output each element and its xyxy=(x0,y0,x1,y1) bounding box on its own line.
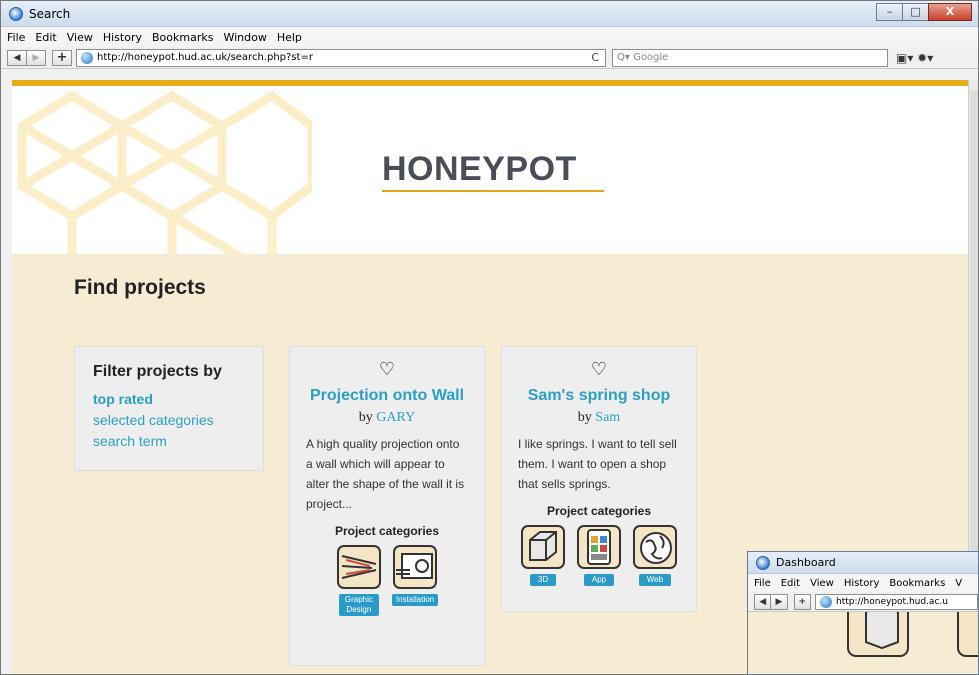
globe-icon xyxy=(819,595,832,608)
search-input[interactable]: Q▾ Google xyxy=(612,48,888,67)
browser-icon xyxy=(756,555,770,570)
app-icon xyxy=(577,525,621,569)
menu-file[interactable]: File xyxy=(754,578,771,589)
category-list: Graphic Design Installation xyxy=(290,544,484,616)
title-bar: Dashboard xyxy=(748,552,978,574)
project-categories-label: Project categories xyxy=(546,504,652,518)
like-heart-icon[interactable]: ♡ xyxy=(502,359,696,381)
installation-icon xyxy=(393,545,437,589)
by-label: by xyxy=(577,410,592,425)
menu-window[interactable]: V xyxy=(955,578,962,589)
menu-history[interactable]: History xyxy=(844,578,880,589)
project-description: A high quality projection onto a wall wh… xyxy=(306,437,465,511)
menu-window[interactable]: Window xyxy=(223,31,266,44)
url-field[interactable]: http://honeypot.hud.ac.u xyxy=(814,593,978,610)
menu-file[interactable]: File xyxy=(7,31,25,44)
menu-history[interactable]: History xyxy=(103,31,142,44)
menu-view[interactable]: View xyxy=(810,578,834,589)
menu-bookmarks[interactable]: Bookmarks xyxy=(152,31,213,44)
category-badge: Graphic Design xyxy=(338,594,379,616)
project-card: ♡ Sam's spring shop by Sam I like spring… xyxy=(501,346,697,612)
category-badge: App xyxy=(583,574,615,586)
maximize-button[interactable]: □ xyxy=(902,3,929,21)
navigation-bar: ◀ ▶ + http://honeypot.hud.ac.uk/search.p… xyxy=(1,47,978,69)
project-author-line: by GARY xyxy=(290,410,484,426)
window-title: Dashboard xyxy=(776,556,836,569)
project-author-line: by Sam xyxy=(502,410,696,426)
project-categories-label: Project categories xyxy=(334,524,440,538)
honeycomb-pattern xyxy=(17,90,312,254)
forward-button[interactable]: ▶ xyxy=(26,49,46,66)
category-app[interactable]: App xyxy=(576,524,622,586)
web-globe-icon xyxy=(633,525,677,569)
window-controls: – □ X xyxy=(876,3,972,21)
globe-icon xyxy=(81,51,93,64)
category-3d[interactable]: 3D xyxy=(520,524,566,586)
project-card: ♡ Projection onto Wall by GARY A high qu… xyxy=(289,346,485,666)
filter-categories-link[interactable]: selected categories xyxy=(93,410,245,431)
menu-bar: File Edit View History Bookmarks V xyxy=(748,574,978,592)
filter-panel: Filter projects by top rated selected ca… xyxy=(74,346,264,471)
menu-edit[interactable]: Edit xyxy=(781,578,800,589)
title-bar: Search – □ X xyxy=(1,1,978,27)
filter-title: Filter projects by xyxy=(93,363,222,380)
graphic-design-icon xyxy=(336,545,381,589)
minimize-button[interactable]: – xyxy=(876,3,903,21)
reload-icon[interactable]: C xyxy=(591,51,599,64)
category-badge: Web xyxy=(638,574,672,586)
url-field[interactable]: http://honeypot.hud.ac.uk/search.php?st=… xyxy=(76,48,606,67)
close-button[interactable]: X xyxy=(928,3,972,21)
forward-button[interactable]: ▶ xyxy=(770,593,788,610)
window-title: Search xyxy=(29,6,71,21)
category-badge: Installation xyxy=(391,594,439,606)
url-text: http://honeypot.hud.ac.uk/search.php?st=… xyxy=(97,52,313,63)
url-text: http://honeypot.hud.ac.u xyxy=(835,596,948,607)
category-web[interactable]: Web xyxy=(632,524,678,586)
filter-search-term-link[interactable]: search term xyxy=(93,431,245,452)
category-badge: 3D xyxy=(529,574,557,586)
browser-icon xyxy=(9,6,23,21)
menu-edit[interactable]: Edit xyxy=(35,31,56,44)
add-bookmark-button[interactable]: + xyxy=(52,49,72,66)
project-title[interactable]: Sam's spring shop xyxy=(502,387,696,405)
page-title: Find projects xyxy=(74,276,206,299)
project-description: I like springs. I want to tell sell them… xyxy=(518,437,677,491)
page-menu-icon[interactable]: ▣▾ ✹▾ xyxy=(896,51,933,65)
add-bookmark-button[interactable]: + xyxy=(793,593,811,610)
menu-help[interactable]: Help xyxy=(277,31,302,44)
logo-underline xyxy=(382,190,604,192)
project-author-link[interactable]: Sam xyxy=(595,410,620,425)
project-title[interactable]: Projection onto Wall xyxy=(290,387,484,405)
back-button[interactable]: ◀ xyxy=(754,593,772,610)
navigation-bar: ◀ ▶ + http://honeypot.hud.ac.u xyxy=(748,592,978,612)
dashboard-content xyxy=(748,601,978,674)
dashboard-window[interactable]: Dashboard File Edit View History Bookmar… xyxy=(747,551,979,675)
project-author-link[interactable]: GARY xyxy=(376,410,415,425)
cube-icon-partial xyxy=(847,601,978,657)
back-button[interactable]: ◀ xyxy=(7,49,27,66)
menu-view[interactable]: View xyxy=(67,31,93,44)
category-installation[interactable]: Installation xyxy=(391,544,439,616)
menu-bar: File Edit View History Bookmarks Window … xyxy=(1,27,978,47)
by-label: by xyxy=(358,410,373,425)
site-logo[interactable]: HONEYPOT xyxy=(382,150,577,189)
3d-cube-icon xyxy=(521,525,565,569)
category-graphic-design[interactable]: Graphic Design xyxy=(336,544,382,616)
filter-top-rated-link[interactable]: top rated xyxy=(93,389,245,410)
menu-bookmarks[interactable]: Bookmarks xyxy=(889,578,945,589)
category-list: 3D App Web xyxy=(502,524,696,586)
like-heart-icon[interactable]: ♡ xyxy=(290,359,484,381)
site-header: HONEYPOT xyxy=(12,86,970,254)
